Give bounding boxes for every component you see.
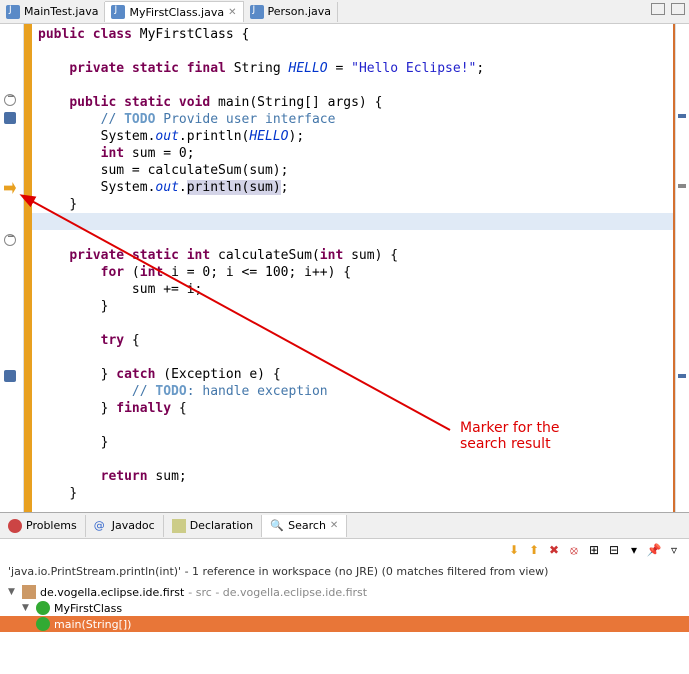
task-marker[interactable] bbox=[4, 370, 16, 382]
editor-tab-bar: MainTest.java MyFirstClass.java ✕ Person… bbox=[0, 0, 689, 24]
method-icon bbox=[36, 617, 50, 631]
overview-marker[interactable] bbox=[678, 184, 686, 188]
tab-label: MainTest.java bbox=[24, 5, 98, 18]
minimize-button[interactable] bbox=[651, 3, 665, 15]
close-icon[interactable]: ✕ bbox=[228, 7, 236, 18]
collapse-all-icon[interactable]: ⊟ bbox=[605, 541, 623, 559]
java-file-icon bbox=[6, 5, 20, 19]
expand-icon[interactable]: ▼ bbox=[8, 587, 18, 597]
tree-row-package[interactable]: ▼ de.vogella.eclipse.ide.first - src - d… bbox=[8, 584, 681, 600]
bottom-panel: Problems @Javadoc Declaration 🔍Search✕ ⬇… bbox=[0, 512, 689, 634]
tree-row-method[interactable]: main(String[]) bbox=[0, 616, 689, 632]
tab-label: Person.java bbox=[268, 5, 332, 18]
fold-marker[interactable] bbox=[4, 94, 16, 106]
fold-marker[interactable] bbox=[4, 234, 16, 246]
code-editor: public class MyFirstClass { private stat… bbox=[0, 24, 689, 512]
history-icon[interactable]: ▾ bbox=[625, 541, 643, 559]
remove-match-icon[interactable]: ✖ bbox=[545, 541, 563, 559]
code-area[interactable]: public class MyFirstClass { private stat… bbox=[32, 24, 675, 512]
gutter[interactable] bbox=[0, 24, 24, 512]
next-match-up-icon[interactable]: ⬆ bbox=[525, 541, 543, 559]
left-ruler bbox=[24, 24, 32, 512]
overview-marker[interactable] bbox=[678, 374, 686, 378]
tab-javadoc[interactable]: @Javadoc bbox=[86, 515, 164, 537]
overview-marker[interactable] bbox=[678, 114, 686, 118]
search-results-tree[interactable]: ▼ de.vogella.eclipse.ide.first - src - d… bbox=[0, 582, 689, 634]
search-icon: 🔍 bbox=[270, 519, 284, 533]
search-result-marker[interactable] bbox=[4, 182, 16, 194]
pin-icon[interactable]: 📌 bbox=[645, 541, 663, 559]
tab-maintest[interactable]: MainTest.java bbox=[0, 2, 105, 22]
class-icon bbox=[36, 601, 50, 615]
tab-problems[interactable]: Problems bbox=[0, 515, 86, 537]
tree-row-class[interactable]: ▼ MyFirstClass bbox=[8, 600, 681, 616]
tab-person[interactable]: Person.java bbox=[244, 2, 339, 22]
problems-icon bbox=[8, 519, 22, 533]
search-toolbar: ⬇ ⬆ ✖ ⦻ ⊞ ⊟ ▾ 📌 ▿ bbox=[0, 539, 689, 561]
declaration-icon bbox=[172, 519, 186, 533]
javadoc-icon: @ bbox=[94, 519, 108, 533]
package-icon bbox=[22, 585, 36, 599]
maximize-button[interactable] bbox=[671, 3, 685, 15]
java-file-icon bbox=[111, 5, 125, 19]
tab-myfirstclass[interactable]: MyFirstClass.java ✕ bbox=[105, 1, 243, 22]
view-menu-icon[interactable]: ▿ bbox=[665, 541, 683, 559]
remove-all-icon[interactable]: ⦻ bbox=[565, 541, 583, 559]
view-tab-bar: Problems @Javadoc Declaration 🔍Search✕ bbox=[0, 513, 689, 539]
tab-declaration[interactable]: Declaration bbox=[164, 515, 262, 537]
java-file-icon bbox=[250, 5, 264, 19]
task-marker[interactable] bbox=[4, 112, 16, 124]
overview-ruler[interactable] bbox=[675, 24, 689, 512]
expand-all-icon[interactable]: ⊞ bbox=[585, 541, 603, 559]
tab-search[interactable]: 🔍Search✕ bbox=[262, 515, 347, 537]
close-icon[interactable]: ✕ bbox=[330, 520, 338, 531]
tab-label: MyFirstClass.java bbox=[129, 6, 224, 19]
search-status: 'java.io.PrintStream.println(int)' - 1 r… bbox=[0, 561, 689, 582]
next-match-down-icon[interactable]: ⬇ bbox=[505, 541, 523, 559]
expand-icon[interactable]: ▼ bbox=[22, 603, 32, 613]
